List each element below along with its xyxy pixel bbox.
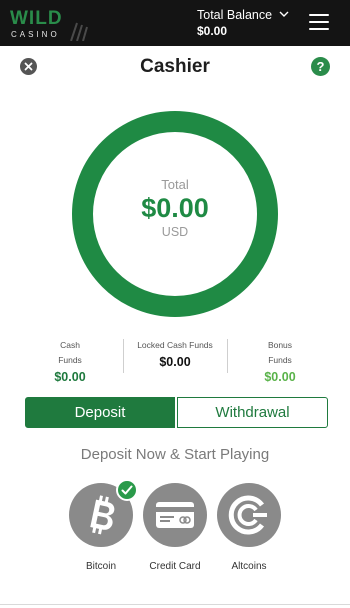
locked-cash-funds-value: $0.00 [159, 355, 191, 369]
payment-method-bitcoin[interactable]: Bitcoin [61, 479, 141, 572]
bonus-funds-value: $0.00 [264, 370, 296, 384]
funds-breakdown: Cash Funds $0.00 Locked Cash Funds $0.00… [20, 338, 330, 388]
bonus-funds: Bonus Funds $0.00 [230, 338, 330, 385]
ring-total-label: Total [161, 177, 189, 192]
ring-total-amount: $0.00 [141, 193, 209, 223]
tab-withdrawal[interactable]: Withdrawal [177, 397, 328, 428]
cash-funds-label: Cash Funds [58, 340, 82, 365]
page-title: Cashier [140, 56, 210, 77]
payment-method-icon-circle [217, 483, 281, 547]
total-balance-ring: Total $0.00 USD [72, 111, 278, 317]
help-icon[interactable]: ? [311, 57, 330, 76]
cashier-page: WILD CASINO Total Balance $0.00 Cashier … [0, 0, 350, 608]
altcoins-icon [228, 495, 267, 535]
logo-word: WILD [10, 8, 63, 29]
balance-value: $0.00 [197, 24, 228, 38]
wild-casino-logo[interactable]: WILD CASINO [10, 9, 90, 41]
payment-method-label: Credit Card [149, 561, 201, 572]
bottom-divider [0, 604, 350, 605]
credit-card-icon [156, 502, 194, 528]
chevron-down-icon [279, 11, 289, 17]
total-balance-dropdown[interactable]: Total Balance $0.00 [197, 8, 297, 39]
hamburger-menu-icon[interactable] [309, 14, 329, 31]
claw-marks-icon [70, 22, 88, 41]
balance-label: Total Balance [197, 8, 273, 22]
payment-method-label: Altcoins [231, 561, 267, 572]
ring-currency: USD [161, 225, 189, 239]
deposit-tagline: Deposit Now & Start Playing [80, 446, 270, 463]
locked-cash-funds-label: Locked Cash Funds [137, 340, 213, 350]
top-bar: WILD CASINO Total Balance $0.00 [0, 0, 350, 46]
tab-deposit[interactable]: Deposit [25, 397, 175, 428]
cash-funds: Cash Funds $0.00 [20, 338, 120, 385]
cash-funds-value: $0.00 [54, 370, 86, 384]
payment-method-icon-circle [69, 479, 138, 547]
payment-method-credit-card[interactable]: Credit Card [135, 483, 215, 572]
payment-method-label: Bitcoin [85, 561, 116, 572]
payment-method-icon-circle [143, 483, 207, 547]
bonus-funds-label: Bonus Funds [267, 340, 293, 365]
payment-method-altcoins[interactable]: Altcoins [209, 483, 289, 572]
divider [227, 339, 228, 373]
logo-subtitle: CASINO [11, 30, 60, 39]
locked-cash-funds: Locked Cash Funds $0.00 [124, 338, 226, 370]
